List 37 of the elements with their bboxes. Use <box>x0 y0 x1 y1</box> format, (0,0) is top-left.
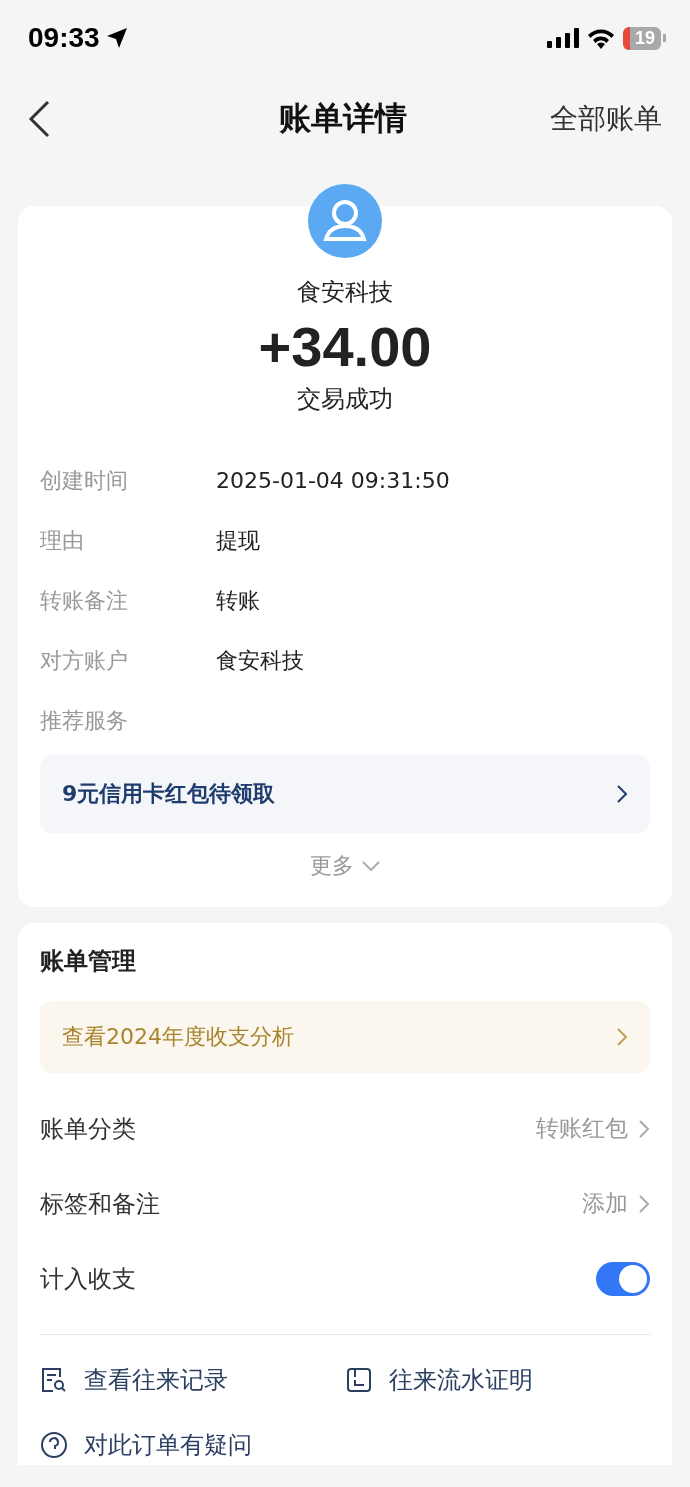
credit-card-promo[interactable]: 9元信用卡红包待领取 <box>40 755 650 833</box>
settings-row[interactable]: 账单分类 转账红包 <box>40 1091 650 1166</box>
chevron-down-icon <box>362 861 380 871</box>
signal-icon <box>546 28 579 48</box>
chevron-right-icon <box>616 784 628 804</box>
detail-label: 转账备注 <box>40 587 129 615</box>
battery-tip-icon <box>663 34 666 42</box>
amount: +34.00 <box>257 314 433 379</box>
setting-label: 计入收支 <box>40 1263 136 1295</box>
toggle-switch[interactable] <box>596 1261 650 1296</box>
location-arrow-icon <box>105 27 128 49</box>
settings-row[interactable]: 标签和备注 添加 <box>40 1166 650 1241</box>
detail-value: 2025-01-04 09:31:50 <box>216 467 450 495</box>
counterparty-name: 食安科技 <box>296 277 394 308</box>
action-link[interactable]: 往来流水证明 <box>345 1364 650 1396</box>
detail-label: 对方账户 <box>40 647 129 675</box>
transaction-status: 交易成功 <box>296 384 394 415</box>
chevron-right-icon <box>616 1027 628 1047</box>
battery-indicator: 19 <box>622 26 661 50</box>
all-bills-link[interactable]: 全部账单 <box>550 100 662 138</box>
chevron-right-icon <box>638 1118 650 1139</box>
detail-value: 转账 <box>216 587 260 615</box>
detail-value: 提现 <box>216 527 260 555</box>
question-link[interactable]: 对此订单有疑问 <box>40 1425 252 1465</box>
section-title: 账单管理 <box>40 946 137 977</box>
detail-label: 理由 <box>40 527 85 555</box>
action-link[interactable]: 查看往来记录 <box>40 1364 345 1396</box>
detail-label: 推荐服务 <box>40 707 129 735</box>
detail-label: 创建时间 <box>40 467 129 495</box>
document-icon <box>345 1366 373 1394</box>
document-search-icon <box>40 1366 68 1394</box>
wifi-icon <box>586 27 615 49</box>
question-circle-icon <box>40 1431 68 1459</box>
page-title: 账单详情 <box>279 98 407 139</box>
detail-value: 食安科技 <box>216 647 304 675</box>
chevron-right-icon <box>638 1193 650 1214</box>
clock-time: 09:33 <box>28 22 100 54</box>
